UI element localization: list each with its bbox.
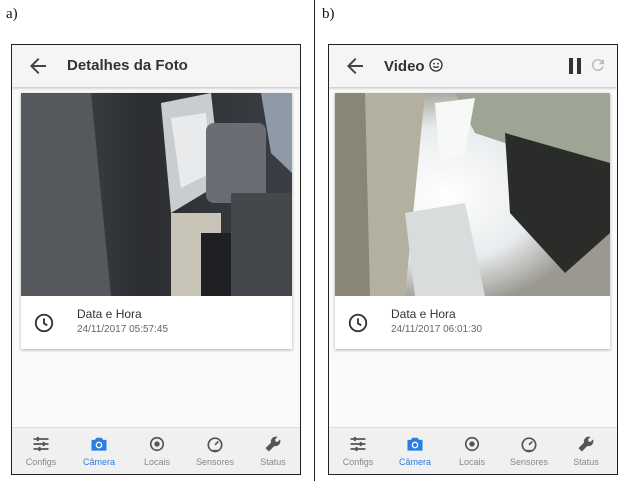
nav-camera[interactable]: Câmera — [386, 428, 444, 474]
panel-divider — [314, 0, 315, 481]
clock-icon — [348, 313, 368, 333]
refresh-icon[interactable] — [589, 56, 607, 74]
smiley-face-icon — [428, 58, 443, 72]
nav-status[interactable]: Status — [244, 428, 300, 474]
nav-label: Sensores — [509, 457, 549, 467]
bottom-navigation: Configs Câmera Locais Sensores Status — [329, 427, 617, 474]
nav-configs[interactable]: Configs — [329, 428, 387, 474]
datetime-value: 24/11/2017 06:01:30 — [391, 324, 483, 335]
wrench-icon — [265, 436, 281, 452]
nav-configs[interactable]: Configs — [12, 428, 70, 474]
camera-icon — [91, 437, 107, 451]
datetime-value: 24/11/2017 05:57:45 — [77, 324, 169, 335]
nav-status[interactable]: Status — [557, 428, 615, 474]
photo-card: Data e Hora 24/11/2017 05:57:45 — [21, 93, 292, 349]
speedometer-icon — [207, 437, 223, 453]
nav-locais[interactable]: Locais — [128, 428, 186, 474]
speedometer-icon — [521, 437, 537, 453]
pause-icon[interactable] — [567, 57, 583, 75]
nav-label: Câmera — [82, 457, 115, 467]
nav-label: Status — [260, 457, 286, 467]
clock-icon — [34, 313, 54, 333]
nav-label: Sensores — [195, 457, 235, 467]
nav-label: Locais — [143, 457, 170, 467]
back-arrow-icon[interactable] — [26, 54, 50, 78]
video-screen: Video Data e Hora 24/11/2017 06:01:30 Co… — [328, 44, 618, 475]
app-bar: Video — [329, 45, 617, 87]
back-arrow-icon[interactable] — [343, 54, 367, 78]
sliders-icon — [33, 436, 49, 452]
page-title-wrapper: Video — [384, 57, 444, 75]
datetime-row: Data e Hora 24/11/2017 06:01:30 — [335, 296, 610, 349]
location-icon — [464, 436, 480, 452]
datetime-row: Data e Hora 24/11/2017 05:57:45 — [21, 296, 292, 349]
nav-label: Câmera — [398, 457, 431, 467]
bottom-navigation: Configs Câmera Locais Sensores Status — [12, 427, 300, 474]
datetime-label: Data e Hora — [77, 307, 142, 321]
page-title: Video — [384, 58, 425, 75]
location-icon — [149, 436, 165, 452]
video-card: Data e Hora 24/11/2017 06:01:30 — [335, 93, 610, 349]
wrench-icon — [578, 436, 594, 452]
video-frame[interactable] — [335, 93, 610, 296]
nav-camera[interactable]: Câmera — [70, 428, 128, 474]
camera-icon — [407, 437, 423, 451]
sliders-icon — [350, 436, 366, 452]
nav-sensores[interactable]: Sensores — [186, 428, 244, 474]
figure-label-a: a) — [6, 6, 18, 22]
figure-label-b: b) — [322, 6, 335, 22]
nav-locais[interactable]: Locais — [443, 428, 501, 474]
nav-label: Configs — [342, 457, 374, 467]
nav-label: Status — [573, 457, 599, 467]
nav-label: Locais — [458, 457, 485, 467]
camera-photo[interactable] — [21, 93, 292, 296]
app-bar: Detalhes da Foto — [12, 45, 300, 87]
photo-details-screen: Detalhes da Foto Data e Hora 24/11/2017 … — [11, 44, 301, 475]
page-title: Detalhes da Foto — [67, 57, 188, 74]
datetime-label: Data e Hora — [391, 307, 456, 321]
nav-label: Configs — [25, 457, 57, 467]
nav-sensores[interactable]: Sensores — [500, 428, 558, 474]
